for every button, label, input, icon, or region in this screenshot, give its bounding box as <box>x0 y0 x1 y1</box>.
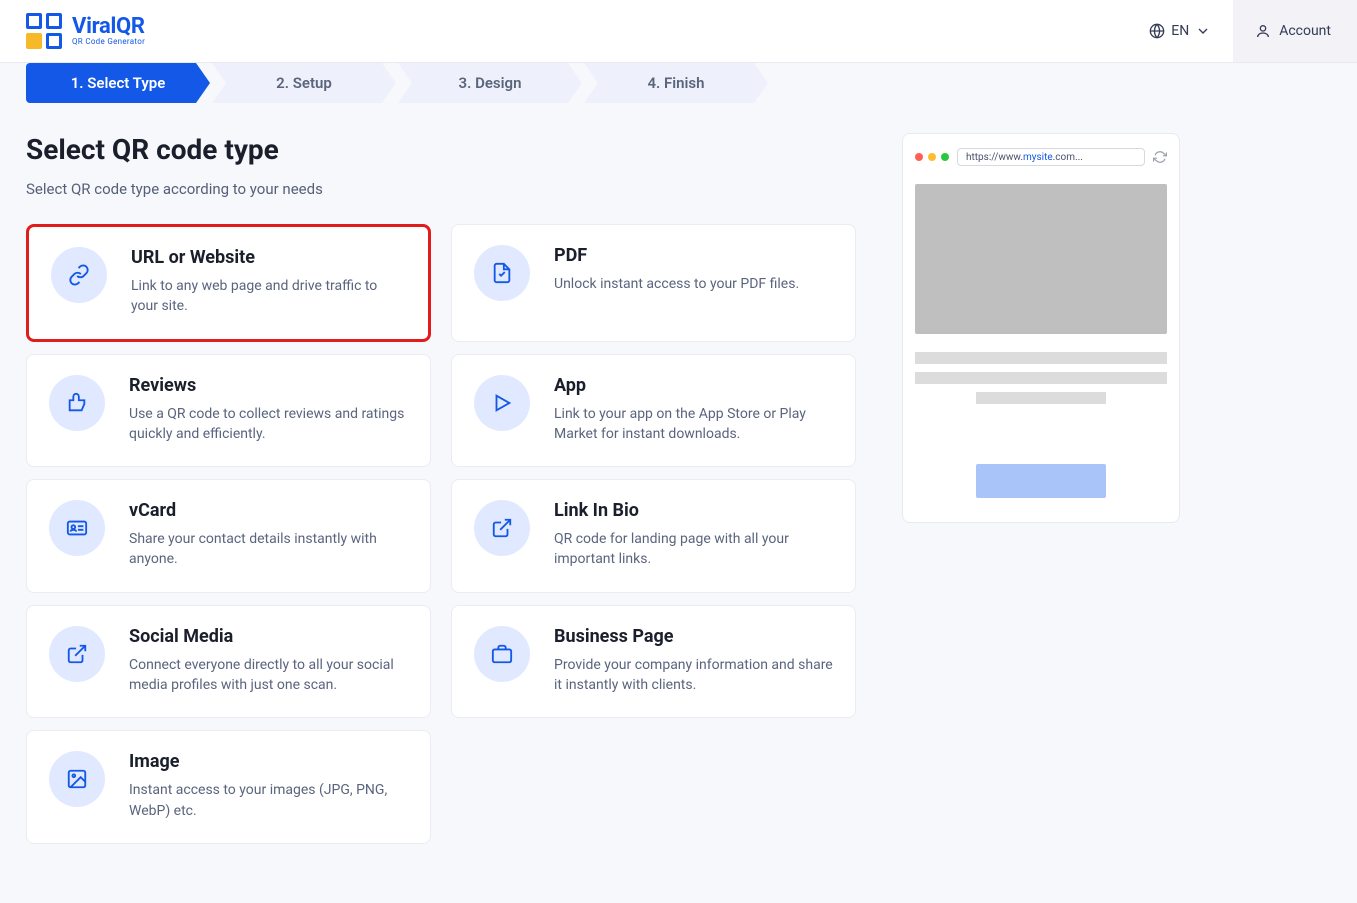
preview-url-bar: https://www.mysite.com... <box>957 148 1145 166</box>
card-desc: QR code for landing page with all your i… <box>554 529 833 570</box>
language-label: EN <box>1171 23 1189 39</box>
type-card-app[interactable]: App Link to your app on the App Store or … <box>451 354 856 468</box>
card-desc: Connect everyone directly to all your so… <box>129 655 408 696</box>
chevron-down-icon <box>1195 23 1211 39</box>
page-subtitle: Select QR code type according to your ne… <box>26 180 856 198</box>
card-title: Image <box>129 751 408 772</box>
step-4[interactable]: 4. Finish <box>584 63 768 103</box>
placeholder-line <box>976 392 1106 404</box>
user-icon <box>1255 23 1271 39</box>
window-dots-icon <box>915 153 949 161</box>
type-card-reviews[interactable]: Reviews Use a QR code to collect reviews … <box>26 354 431 468</box>
card-title: App <box>554 375 833 396</box>
url-pre: https://www. <box>966 152 1023 163</box>
thumbsup-icon <box>49 375 105 431</box>
placeholder-button <box>976 464 1106 498</box>
type-card-pdf[interactable]: PDF Unlock instant access to your PDF fil… <box>451 224 856 342</box>
type-card-business-page[interactable]: Business Page Provide your company inform… <box>451 605 856 719</box>
card-title: Business Page <box>554 626 833 647</box>
placeholder-line <box>915 372 1167 384</box>
card-title: vCard <box>129 500 408 521</box>
type-card-image[interactable]: Image Instant access to your images (JPG,… <box>26 730 431 844</box>
card-title: Reviews <box>129 375 408 396</box>
image-icon <box>49 751 105 807</box>
link-icon <box>51 247 107 303</box>
card-desc: Link to any web page and drive traffic t… <box>131 276 406 317</box>
card-desc: Share your contact details instantly wit… <box>129 529 408 570</box>
page-title: Select QR code type <box>26 133 856 166</box>
card-desc: Unlock instant access to your PDF files. <box>554 274 799 294</box>
logo[interactable]: ViralQR QR Code Generator <box>26 13 145 49</box>
step-2[interactable]: 2. Setup <box>212 63 396 103</box>
card-grid: URL or Website Link to any web page and d… <box>26 224 856 844</box>
card-desc: Provide your company information and sha… <box>554 655 833 696</box>
logo-mark-icon <box>26 13 62 49</box>
steps-nav: 1. Select Type2. Setup3. Design4. Finish <box>26 63 1282 103</box>
card-title: PDF <box>554 245 799 266</box>
card-title: Social Media <box>129 626 408 647</box>
play-icon <box>474 375 530 431</box>
url-colored: mysite <box>1023 152 1053 163</box>
preview-panel: https://www.mysite.com... <box>902 133 1180 523</box>
account-button[interactable]: Account <box>1233 0 1357 62</box>
type-card-social-media[interactable]: Social Media Connect everyone directly to… <box>26 605 431 719</box>
brand-tagline: QR Code Generator <box>72 37 145 46</box>
placeholder-line <box>915 352 1167 364</box>
globe-icon <box>1149 23 1165 39</box>
step-3[interactable]: 3. Design <box>398 63 582 103</box>
header: ViralQR QR Code Generator EN Account <box>0 0 1357 63</box>
card-desc: Link to your app on the App Store or Pla… <box>554 404 833 445</box>
type-card-link-in-bio[interactable]: Link In Bio QR code for landing page with… <box>451 479 856 593</box>
url-post: .com... <box>1053 152 1083 163</box>
card-title: URL or Website <box>131 247 406 268</box>
step-1[interactable]: 1. Select Type <box>26 63 210 103</box>
card-desc: Instant access to your images (JPG, PNG,… <box>129 780 408 821</box>
pdf-icon <box>474 245 530 301</box>
placeholder-hero <box>915 184 1167 334</box>
language-switcher[interactable]: EN <box>1127 0 1233 62</box>
type-card-vcard[interactable]: vCard Share your contact details instantl… <box>26 479 431 593</box>
header-right: EN Account <box>1127 0 1357 62</box>
refresh-icon <box>1153 150 1167 164</box>
card-desc: Use a QR code to collect reviews and rat… <box>129 404 408 445</box>
idcard-icon <box>49 500 105 556</box>
external-icon <box>474 500 530 556</box>
card-title: Link In Bio <box>554 500 833 521</box>
type-card-url-or-website[interactable]: URL or Website Link to any web page and d… <box>26 224 431 342</box>
logo-text: ViralQR QR Code Generator <box>72 17 145 46</box>
account-label: Account <box>1279 23 1331 39</box>
external-icon <box>49 626 105 682</box>
brand-name: ViralQR <box>72 17 145 37</box>
briefcase-icon <box>474 626 530 682</box>
